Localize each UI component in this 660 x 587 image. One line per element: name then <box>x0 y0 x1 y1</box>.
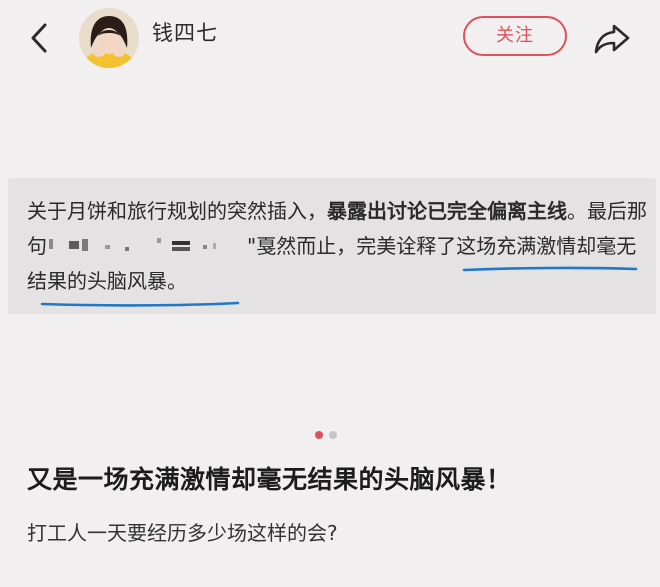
quote-line2-b: "戛然而止，完美诠释了这场 <box>247 234 497 258</box>
highlight-underline <box>40 301 240 307</box>
highlight-underline <box>462 266 638 272</box>
post-title: 又是一场充满激情却毫无结果的头脑风暴！ <box>27 465 512 494</box>
quote-text: 关于月饼和旅行规划的突然插入，暴露出讨论已完全偏离主线。最后那句 "戛然而止，完… <box>27 194 647 299</box>
post-header: 钱四七 关注 <box>0 0 660 80</box>
image-pager <box>312 431 342 441</box>
username[interactable]: 钱四七 <box>152 18 218 48</box>
pager-dot[interactable] <box>329 431 337 439</box>
chevron-left-icon[interactable] <box>26 20 54 56</box>
post-body: 打工人一天要经历多少场这样的会? <box>27 521 338 545</box>
redacted-text <box>47 235 247 257</box>
quote-line2-strong: 线 <box>547 199 567 223</box>
pager-dot-active[interactable] <box>315 431 323 439</box>
avatar[interactable] <box>79 8 139 68</box>
follow-button[interactable]: 关注 <box>463 16 567 56</box>
share-arrow-icon[interactable] <box>592 20 632 56</box>
quote-line1-normal: 关于月饼和旅行规划的突然插入， <box>27 199 327 223</box>
quote-line1-strong: 暴露出讨论已完全偏离主 <box>327 199 547 223</box>
quote-card: 关于月饼和旅行规划的突然插入，暴露出讨论已完全偏离主线。最后那句 "戛然而止，完… <box>8 178 656 314</box>
